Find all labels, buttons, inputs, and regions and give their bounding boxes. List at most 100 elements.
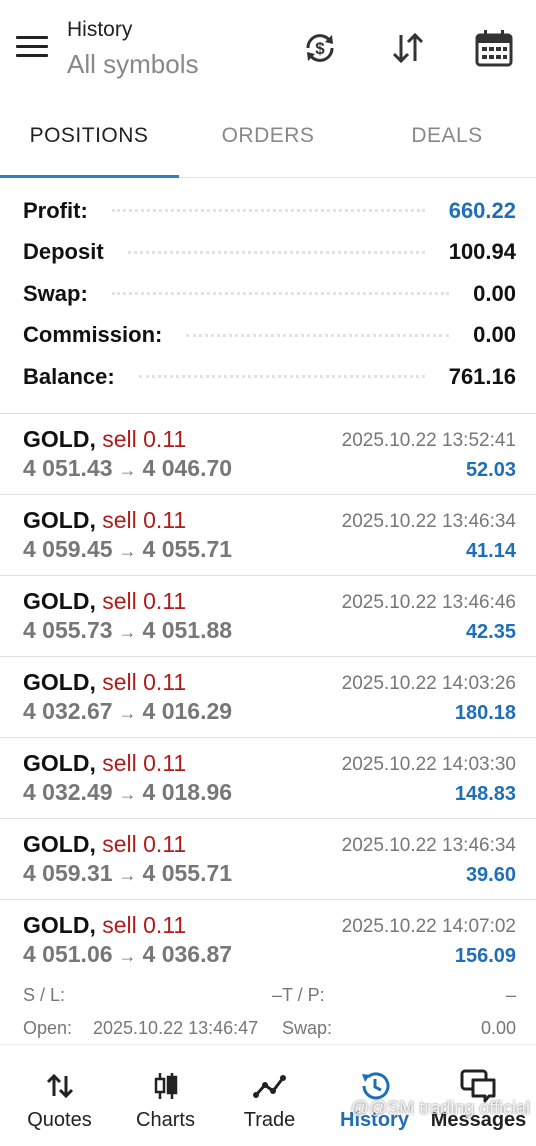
open-price: 4 055.73 bbox=[23, 617, 113, 643]
nav-history[interactable]: History bbox=[321, 1045, 428, 1146]
arrow-icon: → bbox=[118, 865, 137, 885]
nav-quotes[interactable]: Quotes bbox=[6, 1045, 113, 1146]
svg-text:$: $ bbox=[315, 39, 325, 58]
sort-icon[interactable] bbox=[386, 26, 430, 70]
summary-row-deposit: Deposit 100.94 bbox=[0, 232, 536, 274]
close-price: 4 055.71 bbox=[142, 860, 233, 886]
app-header: History All symbols $ bbox=[0, 0, 536, 100]
sl-value: – bbox=[272, 985, 283, 1005]
symbol-filter[interactable]: All symbols bbox=[67, 46, 198, 82]
list-item[interactable]: GOLD, sell 0.11 2025.10.22 13:52:41 4 05… bbox=[0, 414, 536, 495]
symbol: GOLD, bbox=[23, 588, 96, 614]
deal-time: 2025.10.22 13:52:41 bbox=[341, 430, 516, 451]
summary-value: 660.22 bbox=[448, 197, 516, 223]
nav-trade[interactable]: Trade bbox=[216, 1045, 323, 1146]
close-price: 4 046.70 bbox=[142, 455, 233, 481]
quotes-icon bbox=[6, 1069, 113, 1103]
symbol: GOLD, bbox=[23, 912, 96, 938]
arrow-icon: → bbox=[118, 946, 137, 966]
deal-profit: 180.18 bbox=[454, 702, 516, 724]
nav-charts[interactable]: Charts bbox=[112, 1045, 219, 1146]
list-item[interactable]: GOLD, sell 0.11 2025.10.22 13:46:46 4 05… bbox=[0, 576, 536, 657]
nav-label: Quotes bbox=[27, 1109, 92, 1131]
deal-time: 2025.10.22 14:03:26 bbox=[341, 673, 516, 694]
nav-label: Trade bbox=[243, 1109, 296, 1131]
close-price: 4 055.71 bbox=[142, 536, 233, 562]
summary-panel: Profit: 660.22 Deposit 100.94 Swap: 0.00… bbox=[0, 190, 536, 398]
open-time: 2025.10.22 13:46:47 bbox=[93, 1018, 259, 1038]
list-item[interactable]: GOLD, sell 0.11 2025.10.22 14:03:26 4 03… bbox=[0, 657, 536, 738]
summary-row-swap: Swap: 0.00 bbox=[0, 273, 536, 315]
deal-time: 2025.10.22 13:46:34 bbox=[341, 511, 516, 532]
tab-orders[interactable]: ORDERS bbox=[179, 124, 357, 148]
tp-label: T / P: bbox=[282, 985, 325, 1005]
open-label: Open: bbox=[23, 1018, 73, 1038]
symbol: GOLD, bbox=[23, 507, 96, 533]
list-item[interactable]: GOLD, sell 0.11 2025.10.22 13:46:34 4 05… bbox=[0, 495, 536, 576]
symbol: GOLD, bbox=[23, 426, 96, 452]
summary-row-balance: Balance: 761.16 bbox=[0, 356, 536, 398]
bottom-nav: Quotes Charts Trade History Messages bbox=[0, 1044, 536, 1146]
deal-profit: 42.35 bbox=[465, 621, 516, 643]
deal-profit: 41.14 bbox=[465, 540, 516, 562]
swap-value: 0.00 bbox=[480, 1018, 516, 1038]
deal-profit: 156.09 bbox=[454, 945, 516, 967]
watermark-text: @@SM trading official bbox=[350, 1098, 530, 1118]
list-item[interactable]: GOLD, sell 0.11 2025.10.22 14:03:30 4 03… bbox=[0, 738, 536, 819]
symbol: GOLD, bbox=[23, 669, 96, 695]
arrow-icon: → bbox=[118, 784, 137, 804]
menu-icon[interactable] bbox=[16, 36, 48, 62]
arrow-icon: → bbox=[118, 460, 137, 480]
charts-icon bbox=[112, 1069, 219, 1103]
arrow-icon: → bbox=[118, 703, 137, 723]
sl-label: S / L: bbox=[23, 985, 66, 1005]
list-item-expanded[interactable]: GOLD, sell 0.11 2025.10.22 14:07:02 4 05… bbox=[0, 900, 536, 1040]
summary-value: 761.16 bbox=[448, 363, 516, 389]
summary-label: Balance: bbox=[23, 363, 115, 389]
open-price: 4 059.31 bbox=[23, 860, 113, 886]
trade-icon bbox=[216, 1069, 323, 1103]
summary-label: Swap: bbox=[23, 280, 88, 306]
deal-side: sell 0.11 bbox=[102, 669, 187, 695]
tab-bar: POSITIONS ORDERS DEALS bbox=[0, 108, 536, 178]
currency-sync-icon[interactable]: $ bbox=[298, 26, 342, 70]
deal-time: 2025.10.22 14:03:30 bbox=[341, 754, 516, 775]
symbol: GOLD, bbox=[23, 831, 96, 857]
nav-messages[interactable]: Messages bbox=[425, 1045, 532, 1146]
deal-profit: 148.83 bbox=[454, 783, 516, 805]
close-price: 4 016.29 bbox=[142, 698, 233, 724]
deal-profit: 39.60 bbox=[465, 864, 516, 886]
summary-value: 0.00 bbox=[473, 280, 516, 306]
deal-side: sell 0.11 bbox=[102, 912, 187, 938]
calendar-icon[interactable] bbox=[472, 26, 516, 70]
summary-row-profit: Profit: 660.22 bbox=[0, 190, 536, 232]
summary-label: Profit: bbox=[23, 197, 88, 223]
dotted-leader bbox=[127, 250, 425, 254]
deal-side: sell 0.11 bbox=[102, 831, 187, 857]
page-title: History bbox=[67, 18, 133, 41]
title-block: History All symbols bbox=[67, 16, 198, 82]
summary-value: 100.94 bbox=[448, 239, 516, 265]
tab-positions[interactable]: POSITIONS bbox=[0, 124, 178, 148]
swap-label: Swap: bbox=[282, 1018, 333, 1038]
dotted-leader bbox=[138, 375, 425, 379]
tp-value: – bbox=[505, 985, 516, 1005]
close-price: 4 051.88 bbox=[142, 617, 233, 643]
deal-time: 2025.10.22 13:46:34 bbox=[341, 835, 516, 856]
deal-side: sell 0.11 bbox=[102, 507, 187, 533]
list-item[interactable]: GOLD, sell 0.11 2025.10.22 13:46:34 4 05… bbox=[0, 819, 536, 900]
dotted-leader bbox=[186, 333, 450, 337]
open-price: 4 051.06 bbox=[23, 941, 113, 967]
dotted-leader bbox=[111, 209, 425, 213]
open-price: 4 051.43 bbox=[23, 455, 113, 481]
open-price: 4 032.67 bbox=[23, 698, 113, 724]
active-tab-indicator bbox=[0, 175, 179, 178]
summary-label: Commission: bbox=[23, 322, 163, 348]
tab-deals[interactable]: DEALS bbox=[358, 124, 536, 148]
deal-profit: 52.03 bbox=[465, 459, 516, 481]
summary-value: 0.00 bbox=[473, 322, 516, 348]
deal-side: sell 0.11 bbox=[102, 588, 187, 614]
arrow-icon: → bbox=[118, 622, 137, 642]
deal-side: sell 0.11 bbox=[102, 750, 187, 776]
deal-time: 2025.10.22 14:07:02 bbox=[341, 916, 516, 937]
